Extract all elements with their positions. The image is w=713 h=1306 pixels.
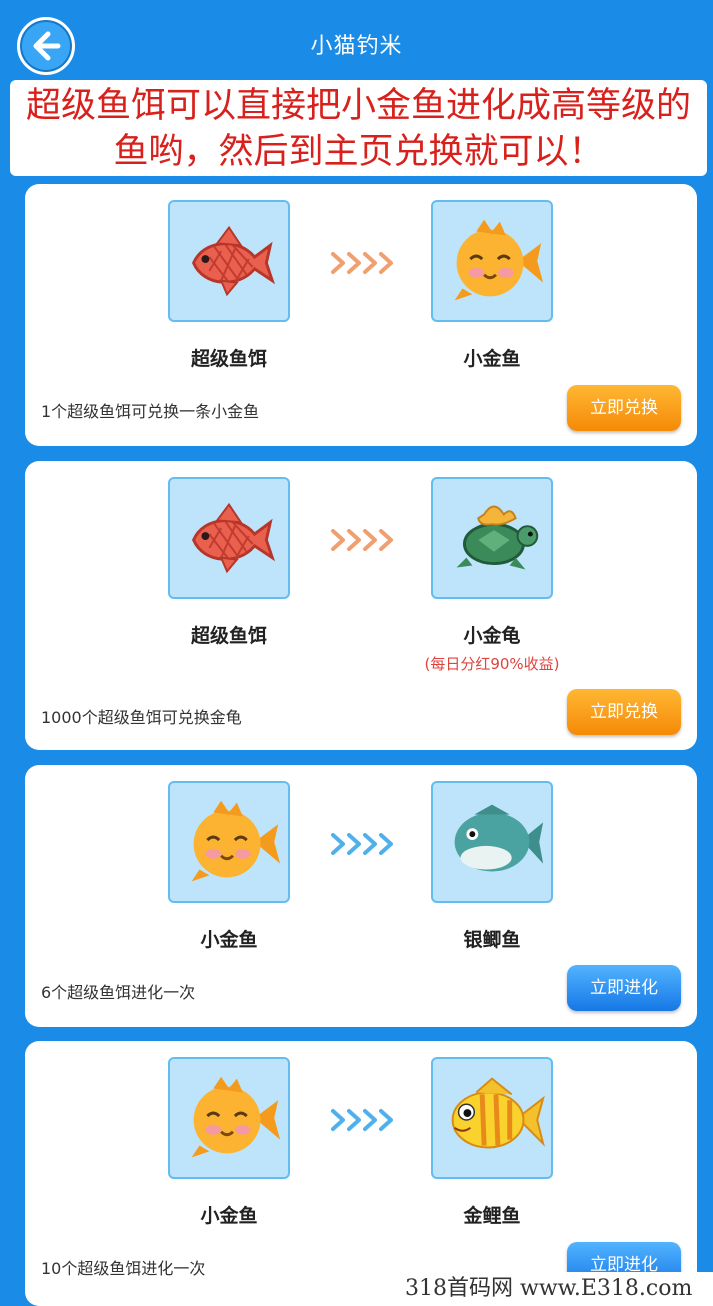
arrow-icon [331, 529, 393, 551]
evolve-button[interactable]: 立即进化 [567, 965, 681, 1011]
source-item-name: 小金鱼 [200, 1205, 258, 1227]
target-item-name: 银鲫鱼 [463, 929, 521, 951]
dividend-note: (每日分红90%收益) [424, 655, 560, 673]
exchange-description: 1000个超级鱼饵可兑换金龟 [41, 708, 242, 727]
page-title: 小猫钓米 [310, 34, 403, 59]
arrow-icon [331, 833, 393, 855]
evolve-description: 10个超级鱼饵进化一次 [41, 1259, 206, 1278]
evolve-card: 小金鱼 银鲫鱼 6个超级鱼饵进化一次 立即进化 [25, 765, 697, 1027]
banner-line-2: 鱼哟，然后到主页兑换就可以！ [113, 132, 604, 172]
exchange-card: 超级鱼饵 小金龟 (每日分红90%收益) 1000个超级鱼饵可兑换金龟 立即兑换 [25, 461, 697, 750]
source-item-name: 小金鱼 [200, 929, 258, 951]
exchange-card: 超级鱼饵 小金鱼 1个超级鱼饵可兑换一条小金鱼 立即兑换 [25, 184, 697, 446]
exchange-description: 1个超级鱼饵可兑换一条小金鱼 [41, 402, 260, 421]
goldfish-icon [168, 1057, 290, 1179]
exchange-button[interactable]: 立即兑换 [567, 689, 681, 735]
goldfish-icon [168, 781, 290, 903]
evolve-card: 小金鱼 金鲤鱼 10个超级鱼饵进化一次 立即进化 [25, 1041, 697, 1306]
site-watermark: 318首码网 www.E318.com [395, 1272, 713, 1306]
silver-carp-icon [431, 781, 553, 903]
target-item-name: 金鲤鱼 [463, 1205, 521, 1227]
notice-banner: 超级鱼饵可以直接把小金鱼进化成高等级的 鱼哟，然后到主页兑换就可以！ [10, 80, 707, 176]
target-item-name: 小金鱼 [463, 348, 521, 370]
banner-line-1: 超级鱼饵可以直接把小金鱼进化成高等级的 [25, 86, 691, 126]
target-item-name: 小金龟 [463, 625, 521, 647]
header-bar: 小猫钓米 [0, 0, 713, 82]
arrow-icon [331, 252, 393, 274]
exchange-button[interactable]: 立即兑换 [567, 385, 681, 431]
goldfish-icon [431, 200, 553, 322]
red-fish-icon [168, 200, 290, 322]
source-item-name: 超级鱼饵 [190, 625, 267, 647]
golden-carp-icon [431, 1057, 553, 1179]
red-fish-icon [168, 477, 290, 599]
evolve-description: 6个超级鱼饵进化一次 [41, 983, 196, 1002]
golden-turtle-icon [431, 477, 553, 599]
arrow-icon [331, 1109, 393, 1131]
source-item-name: 超级鱼饵 [190, 348, 267, 370]
